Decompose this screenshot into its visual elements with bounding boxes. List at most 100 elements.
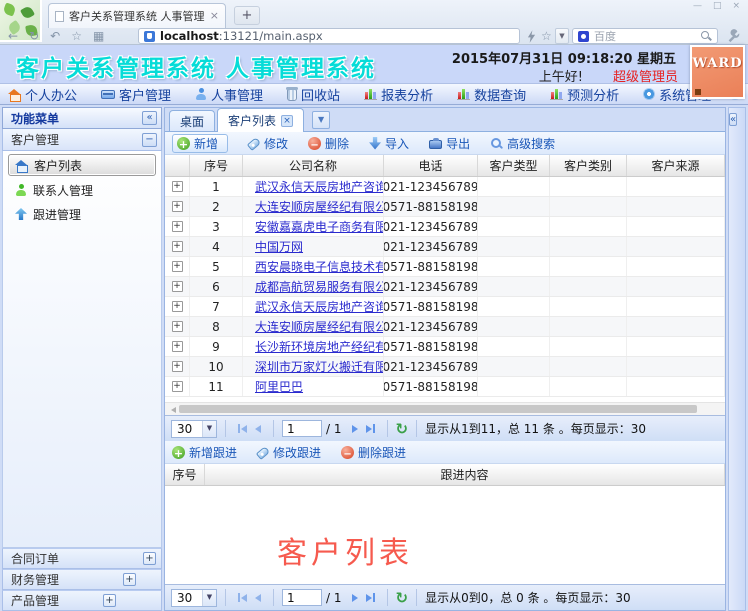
first-page-button[interactable]	[234, 593, 251, 602]
row-expand-icon[interactable]: +	[171, 201, 183, 212]
menubar-item-2[interactable]: 人事管理	[195, 85, 263, 104]
column-header-2[interactable]: 电话	[384, 155, 478, 176]
column-header-3[interactable]: 客户类型	[478, 155, 550, 176]
row-expand-icon[interactable]: +	[171, 181, 183, 192]
company-link[interactable]: 阿里巴巴	[255, 378, 303, 395]
menubar-item-5[interactable]: 数据查询	[457, 85, 526, 104]
search-icon[interactable]	[701, 30, 712, 42]
company-link[interactable]: 西安晨晓电子信息技术有限公司	[255, 258, 383, 275]
column-header-4[interactable]: 客户类别	[550, 155, 627, 176]
lightning-icon[interactable]	[527, 28, 536, 44]
column-header-5[interactable]: 客户来源	[627, 155, 725, 176]
maximize-icon[interactable]: □	[713, 1, 722, 11]
table-row[interactable]: +11 阿里巴巴 0571-88158198	[165, 377, 725, 397]
follow-toolbar-button-2[interactable]: 删除跟进	[341, 444, 406, 461]
reload-icon[interactable]: ↻	[29, 28, 39, 44]
collapse-section-icon[interactable]: −	[142, 132, 157, 147]
toolbar-button-5[interactable]: 高级搜索	[490, 135, 555, 152]
sidebar-item-2[interactable]: 跟进管理	[3, 202, 161, 226]
tab-close-icon[interactable]: ×	[210, 10, 219, 21]
table-row[interactable]: +7 武汉永信天辰房地产咨询有限公司0571-88158198	[165, 297, 725, 317]
browser-tab[interactable]: 客户关系管理系统 人事管理系 ×	[48, 3, 226, 28]
tab-desktop[interactable]: 桌面	[169, 110, 216, 131]
tab-customer-list[interactable]: 客户列表 ×	[217, 108, 305, 132]
panel-collapse-icon[interactable]: «	[729, 113, 738, 126]
menubar-item-6[interactable]: 预测分析	[550, 85, 619, 104]
toolbar-button-1[interactable]: 修改	[246, 135, 288, 152]
shield-icon[interactable]	[144, 30, 155, 42]
back-icon[interactable]: ←	[8, 28, 18, 44]
toolbar-button-4[interactable]: 导出	[429, 135, 470, 152]
row-expand-icon[interactable]: +	[171, 321, 183, 332]
row-expand-icon[interactable]: +	[171, 221, 183, 232]
sidebar-section-customer[interactable]: 客户管理 −	[2, 129, 162, 151]
prev-page-button[interactable]	[251, 593, 265, 602]
table-row[interactable]: +4 中国万网 021-123456789	[165, 237, 725, 257]
last-page-button[interactable]	[362, 424, 379, 433]
sidebar-section-0[interactable]: 合同订单 +	[2, 548, 162, 569]
table-row[interactable]: +1 武汉永信天辰房地产咨询有限公司021-123456789	[165, 177, 725, 197]
minimize-icon[interactable]: —	[693, 1, 702, 11]
row-expand-icon[interactable]: +	[171, 361, 183, 372]
company-link[interactable]: 长沙新环境房地产经纪有限公司	[255, 338, 383, 355]
table-row[interactable]: +10 深圳市万家灯火搬迁有限公司021-123456789	[165, 357, 725, 377]
follow-toolbar-button-1[interactable]: 修改跟进	[255, 444, 321, 461]
star-icon[interactable]: ☆	[541, 28, 552, 44]
page-number-input[interactable]	[282, 420, 322, 437]
expand-section-icon[interactable]: +	[143, 552, 156, 565]
company-link[interactable]: 中国万网	[255, 238, 303, 255]
follow-column-header-0[interactable]: 序号	[165, 464, 205, 485]
follow-toolbar-button-0[interactable]: 新增跟进	[172, 444, 237, 461]
page-number-input[interactable]	[282, 589, 322, 606]
chevron-down-icon[interactable]: ▼	[555, 28, 569, 44]
column-header-1[interactable]: 公司名称	[243, 155, 384, 176]
table-row[interactable]: +5 西安晨晓电子信息技术有限公司0571-88158198	[165, 257, 725, 277]
row-expand-icon[interactable]: +	[171, 261, 183, 272]
toolbar-button-0[interactable]: 新增	[172, 133, 229, 153]
horizontal-scrollbar[interactable]	[165, 402, 725, 415]
company-link[interactable]: 大连安顺房屋经纪有限公司	[255, 198, 383, 215]
row-expand-icon[interactable]: +	[171, 301, 183, 312]
menubar-item-0[interactable]: 个人办公	[8, 85, 77, 104]
company-link[interactable]: 武汉永信天辰房地产咨询有限公司	[255, 298, 383, 315]
expand-section-icon[interactable]: +	[123, 573, 136, 586]
url-bar[interactable]: localhost:13121/main.aspx	[138, 28, 520, 44]
new-tab-button[interactable]: +	[234, 6, 260, 25]
company-link[interactable]: 武汉永信天辰房地产咨询有限公司	[255, 178, 383, 195]
refresh-icon[interactable]: ↻	[396, 421, 409, 437]
browser-search-box[interactable]: 百度	[572, 28, 718, 44]
prev-page-button[interactable]	[251, 424, 265, 433]
wrench-icon[interactable]	[726, 28, 740, 44]
tab-close-icon[interactable]: ×	[281, 114, 294, 127]
menubar-item-4[interactable]: 报表分析	[364, 85, 433, 104]
company-link[interactable]: 大连安顺房屋经纪有限公司	[255, 318, 383, 335]
menubar-item-3[interactable]: 回收站	[286, 85, 340, 104]
last-page-button[interactable]	[362, 593, 379, 602]
company-link[interactable]: 深圳市万家灯火搬迁有限公司	[255, 358, 383, 375]
first-page-button[interactable]	[234, 424, 251, 433]
scroll-left-icon[interactable]	[168, 407, 176, 413]
sidebar-item-0[interactable]: 客户列表	[8, 154, 156, 176]
menubar-item-1[interactable]: 客户管理	[101, 85, 171, 104]
sidebar-collapse-icon[interactable]: «	[142, 111, 157, 125]
row-expand-icon[interactable]: +	[171, 281, 183, 292]
next-page-button[interactable]	[348, 593, 362, 602]
table-row[interactable]: +9 长沙新环境房地产经纪有限公司0571-88158198	[165, 337, 725, 357]
next-page-button[interactable]	[348, 424, 362, 433]
page-size-select[interactable]: 30 ▼	[171, 419, 217, 438]
sidebar-section-2[interactable]: 产品管理 +	[2, 590, 162, 611]
sidebar-item-1[interactable]: 联系人管理	[3, 178, 161, 202]
close-icon[interactable]: ×	[732, 1, 740, 11]
row-expand-icon[interactable]: +	[171, 241, 183, 252]
sidebar-section-1[interactable]: 财务管理 +	[2, 569, 162, 590]
company-link[interactable]: 成都高航贸易服务有限公司	[255, 278, 383, 295]
tab-list-dropdown-icon[interactable]: ▼	[312, 111, 331, 129]
bookmark-star-icon[interactable]: ☆	[71, 28, 82, 44]
table-row[interactable]: +8 大连安顺房屋经纪有限公司021-123456789	[165, 317, 725, 337]
row-expand-icon[interactable]: +	[171, 381, 183, 392]
user-avatar[interactable]: WARD	[690, 45, 745, 99]
column-header-0[interactable]: 序号	[190, 155, 243, 176]
row-expand-icon[interactable]: +	[171, 341, 183, 352]
toolbar-button-3[interactable]: 导入	[369, 135, 409, 152]
history-icon[interactable]: ↶	[50, 28, 60, 44]
